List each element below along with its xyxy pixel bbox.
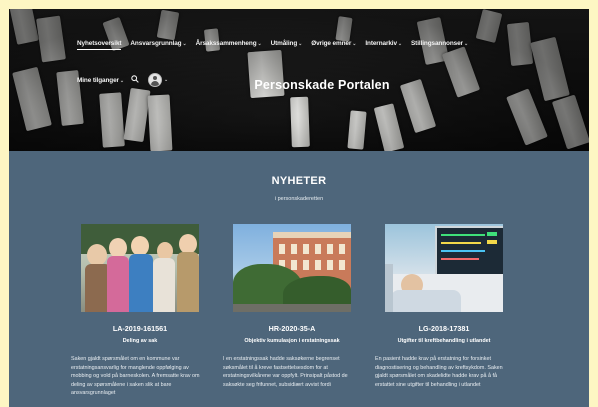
chevron-down-icon: ⌄ — [298, 41, 303, 47]
news-card-text: I en erstatningssak hadde saksøkerne beg… — [223, 356, 348, 388]
nav-item-nyhetsoversikt[interactable]: Nyhetsoversikt — [77, 40, 122, 50]
news-image-children[interactable] — [81, 224, 199, 312]
news-image-hospital[interactable] — [385, 224, 503, 312]
news-card-text: En pasient hadde krav på erstatning for … — [375, 356, 503, 388]
chevron-down-icon: ⌄ — [463, 41, 469, 47]
news-card-tag: Objektiv kumulasjon i erstatningssak — [244, 338, 340, 344]
chevron-down-icon: ⌄ — [397, 41, 403, 47]
news-subheading: i personskaderetten — [274, 196, 324, 202]
main-nav: Nyhetsoversikt Ansvarsgrunnlag⌄ Årsakssa… — [77, 40, 577, 50]
news-card[interactable]: LA-2019-161561 Deling av sak Saken gjald… — [71, 224, 211, 398]
chevron-down-icon: ⌄ — [352, 41, 357, 47]
news-card[interactable]: LG-2018-17381 Utgifter til kreftbehandli… — [375, 224, 515, 389]
news-heading: NYHETER — [271, 175, 327, 187]
chevron-down-icon: ⌄ — [182, 41, 187, 47]
chevron-down-icon: ⌄ — [257, 41, 262, 47]
nav-item-arsakssammenheng[interactable]: Årsakssammenheng⌄ — [196, 40, 262, 50]
page-frame: Nyhetsoversikt Ansvarsgrunnlag⌄ Årsakssa… — [9, 9, 589, 407]
news-card-id[interactable]: HR-2020-35-A — [233, 324, 351, 333]
news-card-tag: Deling av sak — [122, 338, 158, 344]
hero-banner: Nyhetsoversikt Ansvarsgrunnlag⌄ Årsakssa… — [9, 9, 589, 151]
nav-item-stillingsannonser[interactable]: Stillingsannonser⌄ — [411, 40, 468, 50]
news-card-text: Saken gjaldt spørsmålet om en kommune va… — [71, 356, 200, 397]
nav-item-utmaling[interactable]: Utmåling⌄ — [271, 40, 303, 50]
nav-item-ovrige-emner[interactable]: Øvrige emner⌄ — [311, 40, 356, 50]
news-card[interactable]: HR-2020-35-A Objektiv kumulasjon i ersta… — [223, 224, 363, 389]
news-card-id[interactable]: LA-2019-161561 — [81, 324, 199, 333]
news-card-tag: Utgifter til kreftbehandling i utlandet — [397, 338, 491, 344]
nav-item-ansvarsgrunnlag[interactable]: Ansvarsgrunnlag⌄ — [130, 40, 186, 50]
news-image-building[interactable] — [233, 224, 351, 312]
nav-item-internarkiv[interactable]: Internarkiv⌄ — [365, 40, 402, 50]
page-title: Personskade Portalen — [254, 78, 390, 92]
news-card-id[interactable]: LG-2018-17381 — [385, 324, 503, 333]
